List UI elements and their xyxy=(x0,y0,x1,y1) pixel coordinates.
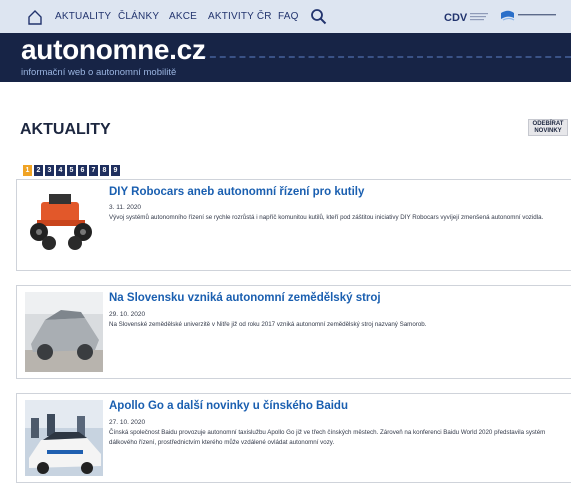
page-button[interactable]: 6 xyxy=(78,165,87,176)
ministerstvo-dopravy-logo[interactable] xyxy=(500,9,560,23)
page-button[interactable]: 4 xyxy=(56,165,65,176)
page-button[interactable]: 1 xyxy=(23,165,32,176)
article-card[interactable]: DIY Robocars aneb autonomní řízení pro k… xyxy=(16,179,571,271)
article-date: 29. 10. 2020 xyxy=(109,311,146,318)
nav-item-faq[interactable]: FAQ xyxy=(278,11,299,22)
site-logo[interactable]: autonomne.cz xyxy=(21,34,206,66)
nav-item-akce[interactable]: AKCE xyxy=(169,11,197,22)
nav-item-clanky[interactable]: ČLÁNKY xyxy=(118,11,159,22)
site-banner: autonomne.cz informační web o autonomní … xyxy=(0,33,571,82)
page-button[interactable]: 5 xyxy=(67,165,76,176)
article-excerpt: Čínská společnost Baidu provozuje autono… xyxy=(109,429,546,446)
banner-dashed-line xyxy=(200,56,571,58)
page-button[interactable]: 7 xyxy=(89,165,98,176)
page-button[interactable]: 9 xyxy=(111,165,120,176)
article-card[interactable]: Apollo Go a další novinky u čínského Bai… xyxy=(16,393,571,483)
page-button[interactable]: 8 xyxy=(100,165,109,176)
site-tagline: informační web o autonomní mobilitě xyxy=(21,67,177,78)
article-excerpt: Na Slovenské zemědělské univerzitě v Nit… xyxy=(109,321,427,328)
top-navigation: AKTUALITY ČLÁNKY AKCE AKTIVITY ČR FAQ CD… xyxy=(0,0,571,33)
article-title[interactable]: Na Slovensku vzniká autonomní zemědělský… xyxy=(109,292,381,304)
nav-item-aktivity-cr[interactable]: AKTIVITY ČR xyxy=(208,11,272,22)
article-image[interactable] xyxy=(25,400,103,476)
page-button[interactable]: 2 xyxy=(34,165,43,176)
home-icon[interactable] xyxy=(27,9,43,25)
article-image[interactable] xyxy=(25,292,103,372)
svg-text:CDV: CDV xyxy=(444,12,468,24)
page-title: AKTUALITY xyxy=(20,121,111,138)
article-image[interactable] xyxy=(25,188,103,252)
subscribe-button[interactable]: ODEBÍRAT NOVINKY xyxy=(528,119,568,136)
article-title[interactable]: DIY Robocars aneb autonomní řízení pro k… xyxy=(109,186,364,198)
article-card[interactable]: Na Slovensku vzniká autonomní zemědělský… xyxy=(16,285,571,379)
nav-item-aktuality[interactable]: AKTUALITY xyxy=(55,11,111,22)
article-title[interactable]: Apollo Go a další novinky u čínského Bai… xyxy=(109,400,348,412)
search-icon[interactable] xyxy=(310,8,327,25)
article-date: 3. 11. 2020 xyxy=(109,204,142,211)
article-excerpt: Vývoj systémů autonomního řízení se rych… xyxy=(109,214,544,221)
pagination: 1 2 3 4 5 6 7 8 9 xyxy=(23,165,120,176)
page-button[interactable]: 3 xyxy=(45,165,54,176)
cdv-logo[interactable]: CDV xyxy=(444,10,490,24)
article-date: 27. 10. 2020 xyxy=(109,419,146,426)
